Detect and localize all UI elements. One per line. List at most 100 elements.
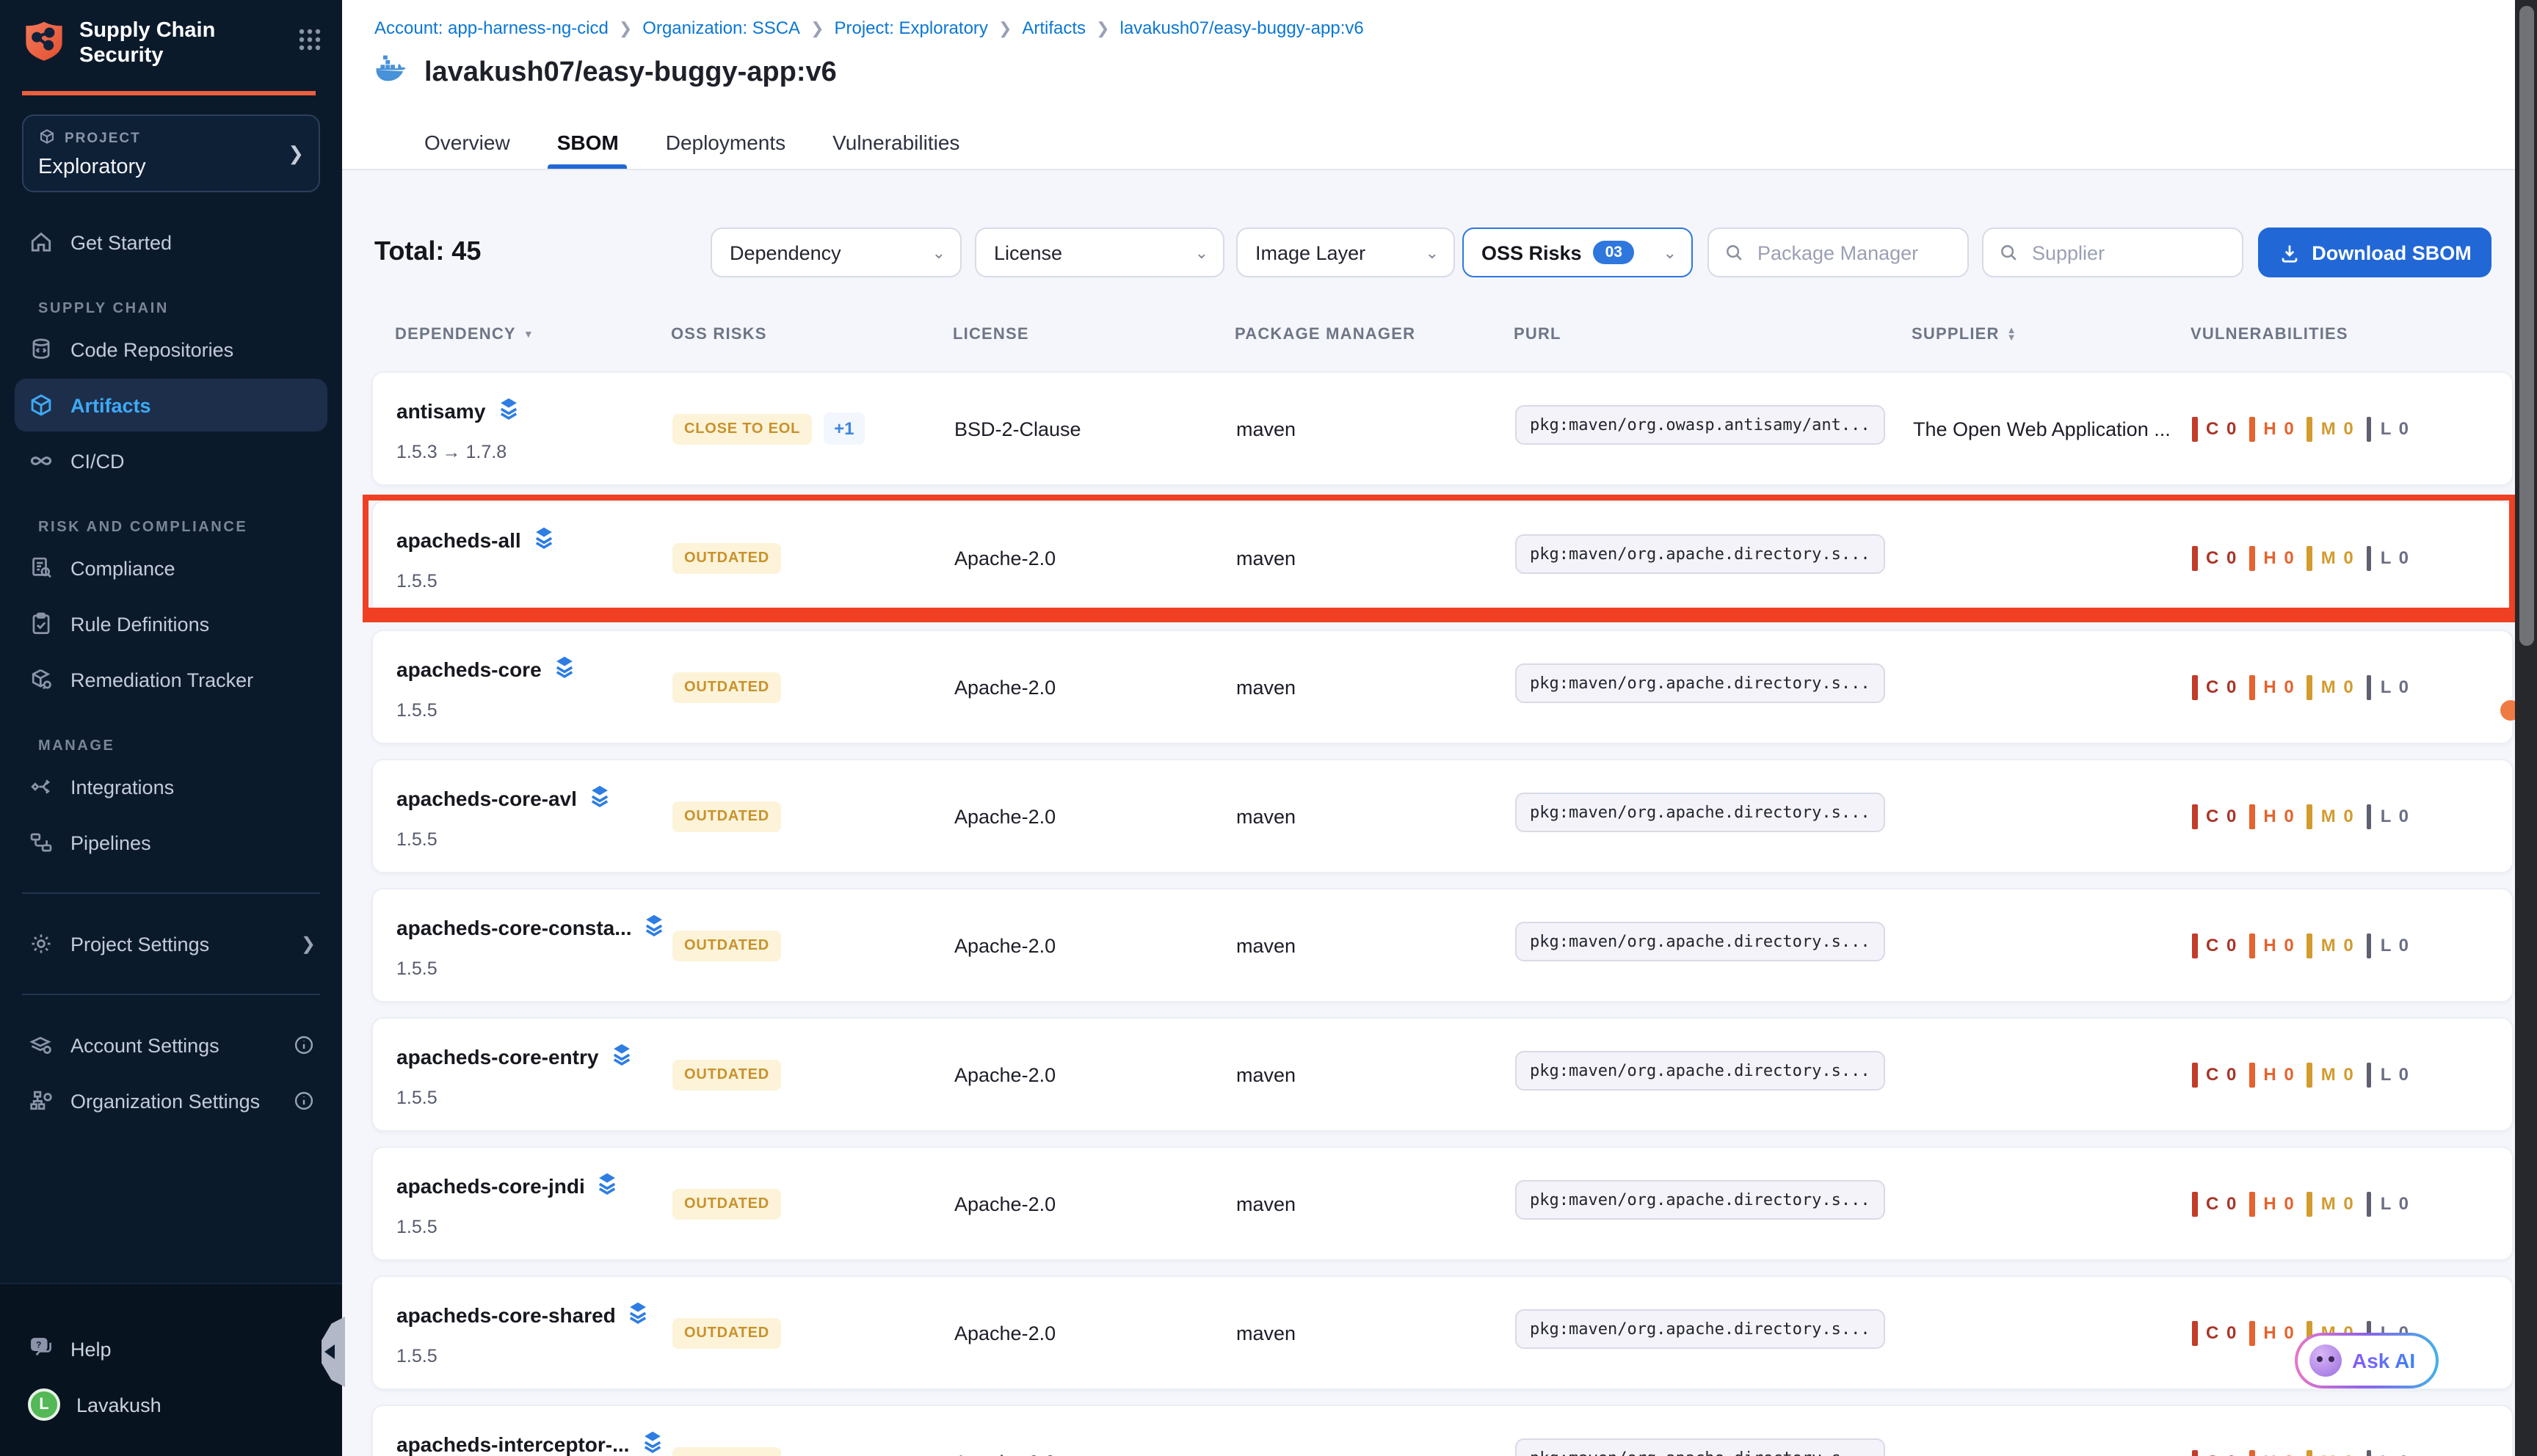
ask-ai-label: Ask AI <box>2352 1349 2415 1372</box>
vulnerability-count-medium: M 0 <box>2307 1062 2355 1087</box>
purl-chip[interactable]: pkg:maven/org.apache.directory.s... <box>1515 534 1885 574</box>
table-row[interactable]: apacheds-core-entry1.5.5OUTDATEDApache-2… <box>371 1017 2514 1132</box>
supplier-search <box>1982 228 2243 277</box>
dependency-name: antisamy <box>396 396 672 425</box>
table-row[interactable]: apacheds-core-consta...1.5.5OUTDATEDApac… <box>371 888 2514 1002</box>
severity-bar <box>2367 933 2372 958</box>
column-header-oss-risks[interactable]: OSS RISKS <box>671 326 767 343</box>
severity-bar <box>2307 804 2312 829</box>
purl-chip[interactable]: pkg:maven/org.apache.directory.s... <box>1515 663 1885 703</box>
help-button[interactable]: ? Help <box>0 1322 342 1377</box>
sort-toggle-icon[interactable]: ▲▼ <box>2007 327 2017 342</box>
tab-sbom[interactable]: SBOM <box>554 119 622 169</box>
nav-section-label: SUPPLY CHAIN <box>38 301 342 317</box>
purl-chip[interactable]: pkg:maven/org.apache.directory.s... <box>1515 1438 1885 1456</box>
project-selector[interactable]: PROJECT Exploratory ❯ <box>22 114 320 192</box>
breadcrumb-link[interactable]: Artifacts <box>1022 18 1086 38</box>
table-row[interactable]: antisamy1.5.3 → 1.7.8CLOSE TO EOL+1BSD-2… <box>371 371 2514 486</box>
package-manager-search-input[interactable] <box>1754 240 1953 265</box>
download-sbom-button[interactable]: Download SBOM <box>2258 228 2491 277</box>
sidebar-item-artifacts[interactable]: Artifacts <box>15 379 327 432</box>
dependency-cell: apacheds-core-entry1.5.5 <box>396 1041 672 1107</box>
vulnerability-count-label: M 0 <box>2321 547 2355 568</box>
dependency-name-text: apacheds-core-entry <box>396 1044 598 1068</box>
tab-overview[interactable]: Overview <box>421 119 513 169</box>
severity-bar <box>2249 674 2254 699</box>
column-header-vulnerabilities[interactable]: VULNERABILITIES <box>2191 326 2348 343</box>
scrollbar[interactable] <box>2515 0 2537 1456</box>
dependency-cell: apacheds-core-jndi1.5.5 <box>396 1171 672 1237</box>
breadcrumb-link[interactable]: Project: Exploratory <box>835 18 988 38</box>
sidebar-item-pipelines[interactable]: Pipelines <box>15 816 327 869</box>
dependency-version: 1.5.5 <box>396 829 672 849</box>
dependency-cell: apacheds-core1.5.5 <box>396 654 672 720</box>
purl-chip[interactable]: pkg:maven/org.apache.directory.s... <box>1515 793 1885 832</box>
breadcrumb-link[interactable]: lavakush07/easy-buggy-app:v6 <box>1120 18 1364 38</box>
sidebar-item-project-settings[interactable]: Project Settings❯ <box>15 917 327 970</box>
breadcrumb-link[interactable]: Account: app-harness-ng-cicd <box>374 18 609 38</box>
column-header-label: OSS RISKS <box>671 326 767 343</box>
table-row[interactable]: apacheds-core-shared1.5.5OUTDATEDApache-… <box>371 1275 2514 1390</box>
vulnerability-count-label: H 0 <box>2263 935 2295 956</box>
purl-chip[interactable]: pkg:maven/org.apache.directory.s... <box>1515 1051 1885 1091</box>
app-grid-icon[interactable] <box>298 28 322 59</box>
license-cell: BSD-2-Clause <box>954 418 1236 440</box>
license-cell: Apache-2.0 <box>954 934 1236 956</box>
scrollbar-thumb[interactable] <box>2519 6 2533 646</box>
chevron-down-icon: ⌄ <box>1426 243 1439 262</box>
table-row[interactable]: apacheds-interceptor-...1.5.5OUTDATEDApa… <box>371 1405 2514 1456</box>
ask-ai-button[interactable]: Ask AI <box>2295 1333 2439 1388</box>
supplier-search-input[interactable] <box>2029 240 2227 265</box>
sidebar: Supply Chain Security PROJECT <box>0 0 342 1456</box>
column-header-dependency[interactable]: DEPENDENCY▼ <box>395 326 534 343</box>
sidebar-item-code-repositories[interactable]: Code Repositories <box>15 323 327 376</box>
purl-chip[interactable]: pkg:maven/org.apache.directory.s... <box>1515 922 1885 961</box>
breadcrumb-link[interactable]: Organization: SSCA <box>642 18 800 38</box>
user-name: Lavakush <box>76 1394 161 1416</box>
sidebar-item-label: CI/CD <box>70 450 125 472</box>
image-layer-filter-dropdown[interactable]: Image Layer ⌄ <box>1236 228 1455 277</box>
table-row[interactable]: apacheds-core-jndi1.5.5OUTDATEDApache-2.… <box>371 1146 2514 1261</box>
sidebar-item-ci-cd[interactable]: CI/CD <box>15 434 327 487</box>
sidebar-item-label: Artifacts <box>70 394 151 416</box>
vulnerability-count-medium: M 0 <box>2307 933 2355 958</box>
purl-cell: pkg:maven/org.owasp.antisamy/ant... <box>1515 405 1913 452</box>
sidebar-item-organization-settings[interactable]: Organization Settings <box>15 1074 327 1127</box>
tab-vulnerabilities[interactable]: Vulnerabilities <box>830 119 962 169</box>
severity-bar <box>2249 804 2254 829</box>
dependency-filter-dropdown[interactable]: Dependency ⌄ <box>711 228 962 277</box>
table-row[interactable]: apacheds-core1.5.5OUTDATEDApache-2.0mave… <box>371 630 2514 744</box>
license-filter-dropdown[interactable]: License ⌄ <box>975 228 1224 277</box>
vulnerability-count-high: H 0 <box>2249 674 2295 699</box>
column-header-package-manager[interactable]: PACKAGE MANAGER <box>1235 326 1415 343</box>
vulnerability-count-label: L 0 <box>2381 418 2410 439</box>
oss-risks-cell: OUTDATED <box>672 930 954 961</box>
sidebar-item-rule-definitions[interactable]: Rule Definitions <box>15 597 327 650</box>
vulnerability-count-label: L 0 <box>2381 935 2410 956</box>
sidebar-item-remediation-tracker[interactable]: Remediation Tracker <box>15 653 327 706</box>
table-row[interactable]: apacheds-core-avl1.5.5OUTDATEDApache-2.0… <box>371 759 2514 873</box>
sidebar-item-compliance[interactable]: Compliance <box>15 542 327 594</box>
column-header-purl[interactable]: PURL <box>1514 326 1561 343</box>
column-header-supplier[interactable]: SUPPLIER▲▼ <box>1912 326 2017 343</box>
vulnerability-count-label: C 0 <box>2206 1452 2237 1456</box>
vulnerability-count-label: C 0 <box>2206 418 2237 439</box>
user-menu[interactable]: L Lavakush <box>0 1377 342 1433</box>
tab-deployments[interactable]: Deployments <box>663 119 788 169</box>
vulnerability-count-label: C 0 <box>2206 935 2237 956</box>
column-header-license[interactable]: LICENSE <box>953 326 1029 343</box>
sidebar-item-label: Code Repositories <box>70 338 233 360</box>
sidebar-item-account-settings[interactable]: Account Settings <box>15 1019 327 1071</box>
severity-bar <box>2192 545 2197 570</box>
sidebar-item-integrations[interactable]: Integrations <box>15 760 327 813</box>
sidebar-item-label: Account Settings <box>70 1034 219 1056</box>
oss-risks-filter-dropdown[interactable]: OSS Risks 03 ⌄ <box>1462 228 1693 277</box>
table-row[interactable]: apacheds-all1.5.5OUTDATEDApache-2.0maven… <box>371 500 2514 615</box>
doc-search-icon <box>28 555 54 581</box>
dependency-name-text: apacheds-core-shared <box>396 1303 616 1326</box>
purl-chip[interactable]: pkg:maven/org.owasp.antisamy/ant... <box>1515 405 1885 445</box>
purl-chip[interactable]: pkg:maven/org.apache.directory.s... <box>1515 1309 1885 1349</box>
sidebar-item-get-started[interactable]: Get Started <box>15 216 327 269</box>
sort-descending-icon[interactable]: ▼ <box>523 330 534 340</box>
purl-chip[interactable]: pkg:maven/org.apache.directory.s... <box>1515 1180 1885 1220</box>
